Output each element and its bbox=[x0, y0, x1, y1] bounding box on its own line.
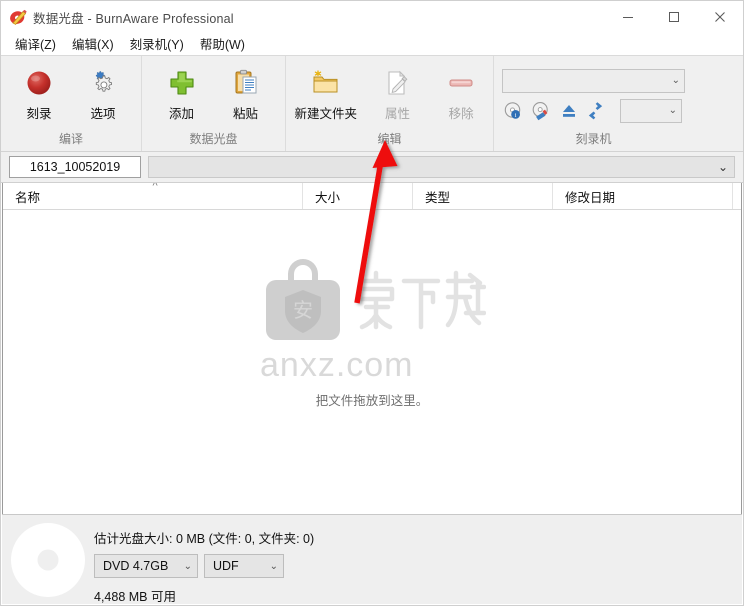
add-button[interactable]: 添加 bbox=[150, 62, 214, 122]
clipboard-paste-icon bbox=[231, 66, 261, 100]
file-list-body[interactable]: 安 anxz.com 把文件拖放到这里。 bbox=[3, 210, 741, 515]
burner-device-combo[interactable]: ⌄ bbox=[502, 68, 685, 93]
menu-help[interactable]: 帮助(W) bbox=[192, 32, 253, 56]
burner-tools-row: i ⌄ bbox=[502, 98, 685, 123]
maximize-button[interactable] bbox=[651, 1, 697, 33]
gear-options-icon bbox=[88, 66, 118, 100]
new-folder-button[interactable]: 新建文件夹 bbox=[286, 62, 366, 122]
watermark-graphic: 安 bbox=[258, 258, 486, 346]
column-header-modified[interactable]: 修改日期 bbox=[553, 183, 733, 209]
column-header-size[interactable]: 大小 bbox=[303, 183, 413, 209]
disc-type-value: DVD 4.7GB bbox=[103, 559, 169, 573]
menu-bar: 编译(Z) 编辑(X) 刻录机(Y) 帮助(W) bbox=[1, 33, 743, 55]
options-button[interactable]: 选项 bbox=[71, 62, 135, 122]
erase-disc-button[interactable] bbox=[530, 100, 552, 122]
burner-speed-combo[interactable]: ⌄ bbox=[620, 98, 682, 123]
ribbon-group-burner-title: 刻录机 bbox=[575, 132, 612, 146]
ribbon-group-edit: 新建文件夹 属性 移除 编辑 bbox=[285, 56, 493, 151]
eject-button[interactable] bbox=[558, 100, 580, 122]
ribbon-group-edit-title: 编辑 bbox=[377, 132, 402, 146]
free-space-text: 4,488 MB 可用 bbox=[94, 590, 176, 604]
chevron-down-icon: ⌄ bbox=[671, 75, 680, 86]
plus-add-icon bbox=[167, 66, 197, 100]
svg-text:anxz.com: anxz.com bbox=[260, 346, 414, 384]
new-folder-icon bbox=[311, 66, 341, 100]
chevron-down-icon: ⌄ bbox=[717, 160, 728, 174]
disc-info-button[interactable]: i bbox=[502, 100, 524, 122]
chevron-down-icon: ⌄ bbox=[269, 560, 278, 572]
drop-files-hint: 把文件拖放到这里。 bbox=[315, 394, 429, 408]
properties-button[interactable]: 属性 bbox=[366, 62, 430, 122]
remove-button-label: 移除 bbox=[448, 107, 474, 121]
burn-button[interactable]: 刻录 bbox=[7, 62, 71, 122]
file-system-value: UDF bbox=[213, 559, 239, 573]
properties-button-label: 属性 bbox=[384, 107, 410, 121]
title-bar: 数据光盘 - BurnAware Professional bbox=[1, 1, 743, 33]
burn-disc-icon bbox=[24, 66, 54, 100]
new-folder-button-label: 新建文件夹 bbox=[294, 107, 358, 121]
menu-compile[interactable]: 编译(Z) bbox=[7, 32, 64, 56]
menu-edit[interactable]: 编辑(X) bbox=[64, 32, 122, 56]
disc-type-combo[interactable]: DVD 4.7GB ⌄ bbox=[94, 554, 198, 578]
chevron-down-icon: ⌄ bbox=[668, 105, 677, 116]
app-window: 数据光盘 - BurnAware Professional 编译(Z) 编辑(X… bbox=[0, 0, 744, 606]
ribbon-group-datadisc-title: 数据光盘 bbox=[189, 132, 238, 146]
close-button[interactable] bbox=[697, 1, 743, 33]
refresh-button[interactable] bbox=[586, 100, 608, 122]
menu-burner[interactable]: 刻录机(Y) bbox=[122, 32, 192, 56]
options-button-label: 选项 bbox=[90, 107, 116, 121]
volume-path-row: 1613_10052019 ⌄ bbox=[1, 152, 743, 183]
burn-button-label: 刻录 bbox=[26, 107, 52, 121]
watermark-mark-text: 安 bbox=[293, 299, 313, 322]
ribbon-toolbar: 刻录 选项 编译 添加 粘贴 数据光盘 新建文件夹 属性 移除 编辑 ⌄ i ⌄… bbox=[1, 55, 743, 152]
status-combo-row: DVD 4.7GB ⌄ UDF ⌄ bbox=[94, 554, 314, 578]
estimated-size-text: 估计光盘大小: 0 MB (文件: 0, 文件夹: 0) bbox=[94, 532, 315, 546]
ribbon-group-burner: ⌄ i ⌄ 刻录机 bbox=[493, 56, 693, 151]
watermark-word-icon bbox=[357, 270, 486, 330]
watermark-bag-icon: 安 bbox=[266, 259, 340, 340]
minimize-button[interactable] bbox=[605, 1, 651, 33]
window-title: 数据光盘 - BurnAware Professional bbox=[33, 11, 234, 26]
blank-disc-icon bbox=[2, 515, 94, 604]
column-header-name[interactable]: 名称 bbox=[3, 183, 303, 209]
status-info: 估计光盘大小: 0 MB (文件: 0, 文件夹: 0) DVD 4.7GB ⌄… bbox=[94, 515, 314, 605]
window-controls bbox=[605, 1, 743, 33]
remove-icon bbox=[446, 66, 476, 100]
file-list-header: 名称 大小 类型 修改日期 bbox=[3, 183, 741, 210]
ribbon-group-compile: 刻录 选项 编译 bbox=[1, 56, 141, 151]
paste-button-label: 粘贴 bbox=[232, 107, 258, 121]
ribbon-group-datadisc: 添加 粘贴 数据光盘 bbox=[141, 56, 285, 151]
disc-pencil-icon bbox=[9, 8, 27, 26]
add-button-label: 添加 bbox=[168, 107, 194, 121]
remove-button[interactable]: 移除 bbox=[429, 62, 493, 122]
site-watermark: 安 anxz.com 把文件拖放到这里。 bbox=[3, 258, 741, 409]
file-list-view[interactable]: 名称 大小 类型 修改日期 安 bbox=[2, 183, 742, 516]
paste-button[interactable]: 粘贴 bbox=[214, 62, 278, 122]
status-bar: 估计光盘大小: 0 MB (文件: 0, 文件夹: 0) DVD 4.7GB ⌄… bbox=[2, 514, 742, 604]
file-system-combo[interactable]: UDF ⌄ bbox=[204, 554, 284, 578]
properties-pencil-icon bbox=[382, 66, 412, 100]
volume-name-input[interactable]: 1613_10052019 bbox=[9, 156, 141, 178]
chevron-down-icon: ⌄ bbox=[183, 560, 192, 572]
ribbon-group-compile-title: 编译 bbox=[58, 132, 83, 146]
path-combo[interactable]: ⌄ bbox=[148, 156, 735, 178]
svg-text:i: i bbox=[515, 112, 517, 119]
column-header-type[interactable]: 类型 bbox=[413, 183, 553, 209]
watermark-domain-text: anxz.com bbox=[260, 346, 414, 384]
